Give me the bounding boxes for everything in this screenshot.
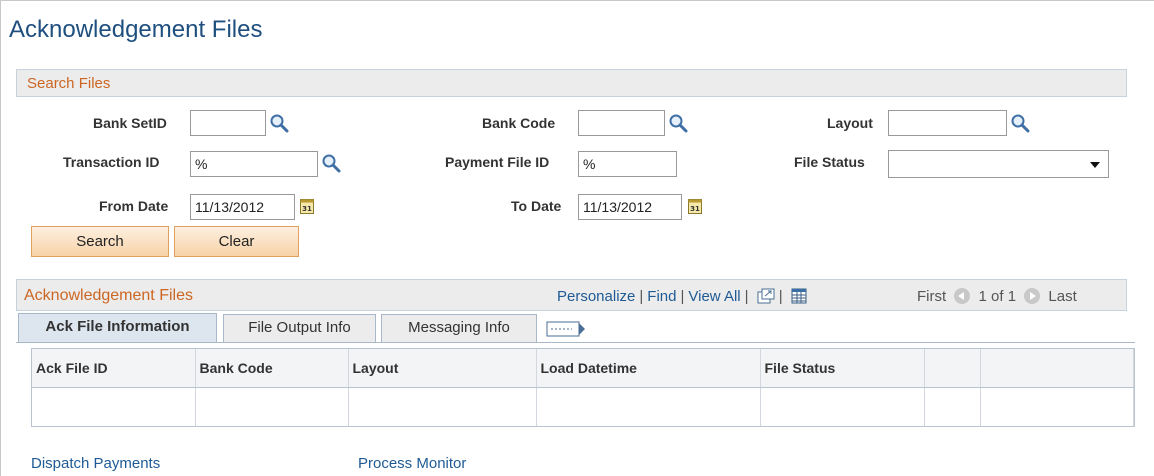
col-bank-code: Bank Code (195, 349, 349, 388)
bank-setid-lookup-icon[interactable] (269, 113, 289, 133)
col-extra-2 (980, 349, 1134, 388)
from-date-input[interactable] (190, 194, 295, 220)
prev-arrow-icon[interactable] (954, 288, 971, 304)
grid-title: Acknowledgement Files (24, 287, 193, 304)
col-file-status: File Status (760, 349, 925, 388)
svg-text:31: 31 (690, 205, 700, 213)
tab-messaging-info[interactable]: Messaging Info (381, 314, 537, 342)
col-layout: Layout (348, 349, 537, 388)
next-arrow-icon[interactable] (1024, 288, 1041, 304)
table-cell (980, 387, 1134, 426)
table-cell (348, 387, 537, 426)
show-all-columns-icon[interactable] (546, 320, 586, 338)
svg-text:31: 31 (302, 205, 312, 213)
grid-header: Acknowledgement Files Personalize | Find | V… (16, 279, 1127, 311)
clear-button[interactable]: Clear (174, 226, 299, 257)
zoom-icon[interactable] (757, 288, 775, 304)
grid-navigation: First 1 of 1 Last (917, 288, 1077, 305)
bank-setid-input[interactable] (190, 110, 266, 136)
tab-file-output-info[interactable]: File Output Info (223, 314, 376, 342)
table-cell (760, 387, 925, 426)
layout-input[interactable] (888, 110, 1007, 136)
grid-toolbar: Personalize | Find | View All | | (557, 288, 807, 305)
bank-code-label: Bank Code (482, 115, 556, 131)
transaction-id-input[interactable] (190, 151, 318, 177)
table-cell (195, 387, 349, 426)
last-link[interactable]: Last (1048, 288, 1076, 305)
layout-lookup-icon[interactable] (1010, 113, 1030, 133)
download-grid-icon[interactable] (791, 288, 807, 304)
ack-files-table: Ack File ID Bank Code Layout Load Dateti… (31, 348, 1135, 427)
row-range: 1 of 1 (978, 288, 1017, 305)
table-row (32, 387, 1134, 426)
search-button[interactable]: Search (31, 226, 169, 257)
transaction-id-lookup-icon[interactable] (321, 153, 341, 173)
to-date-label: To Date (511, 198, 562, 214)
process-monitor-link[interactable]: Process Monitor (358, 455, 466, 472)
table-cell (32, 387, 196, 426)
col-extra-1 (924, 349, 981, 388)
view-all-link[interactable]: View All (688, 288, 740, 305)
bank-setid-label: Bank SetID (93, 115, 167, 131)
chevron-down-icon (1090, 162, 1100, 168)
first-link[interactable]: First (917, 288, 946, 305)
file-status-select[interactable] (888, 150, 1109, 178)
tab-divider (16, 342, 1135, 343)
find-link[interactable]: Find (647, 288, 676, 305)
to-date-calendar-icon[interactable]: 31 (688, 198, 702, 214)
file-status-label: File Status (794, 154, 865, 170)
page-title: Acknowledgement Files (9, 16, 263, 43)
payment-file-id-label: Payment File ID (445, 154, 550, 170)
from-date-label: From Date (99, 198, 169, 214)
layout-label: Layout (827, 115, 873, 131)
bank-code-input[interactable] (578, 110, 665, 136)
tab-ack-file-information[interactable]: Ack File Information (18, 313, 217, 342)
col-ack-file-id: Ack File ID (32, 349, 196, 388)
table-cell (536, 387, 761, 426)
search-files-title: Search Files (27, 75, 111, 92)
dispatch-payments-link[interactable]: Dispatch Payments (31, 455, 160, 472)
table-header-row: Ack File ID Bank Code Layout Load Dateti… (32, 349, 1134, 388)
transaction-id-label: Transaction ID (63, 154, 160, 170)
to-date-input[interactable] (578, 194, 682, 220)
from-date-calendar-icon[interactable]: 31 (300, 198, 314, 214)
personalize-link[interactable]: Personalize (557, 288, 635, 305)
table-cell (924, 387, 981, 426)
bank-code-lookup-icon[interactable] (668, 113, 688, 133)
search-files-header: Search Files (16, 69, 1127, 97)
col-load-datetime: Load Datetime (536, 349, 761, 388)
payment-file-id-input[interactable] (578, 151, 677, 177)
